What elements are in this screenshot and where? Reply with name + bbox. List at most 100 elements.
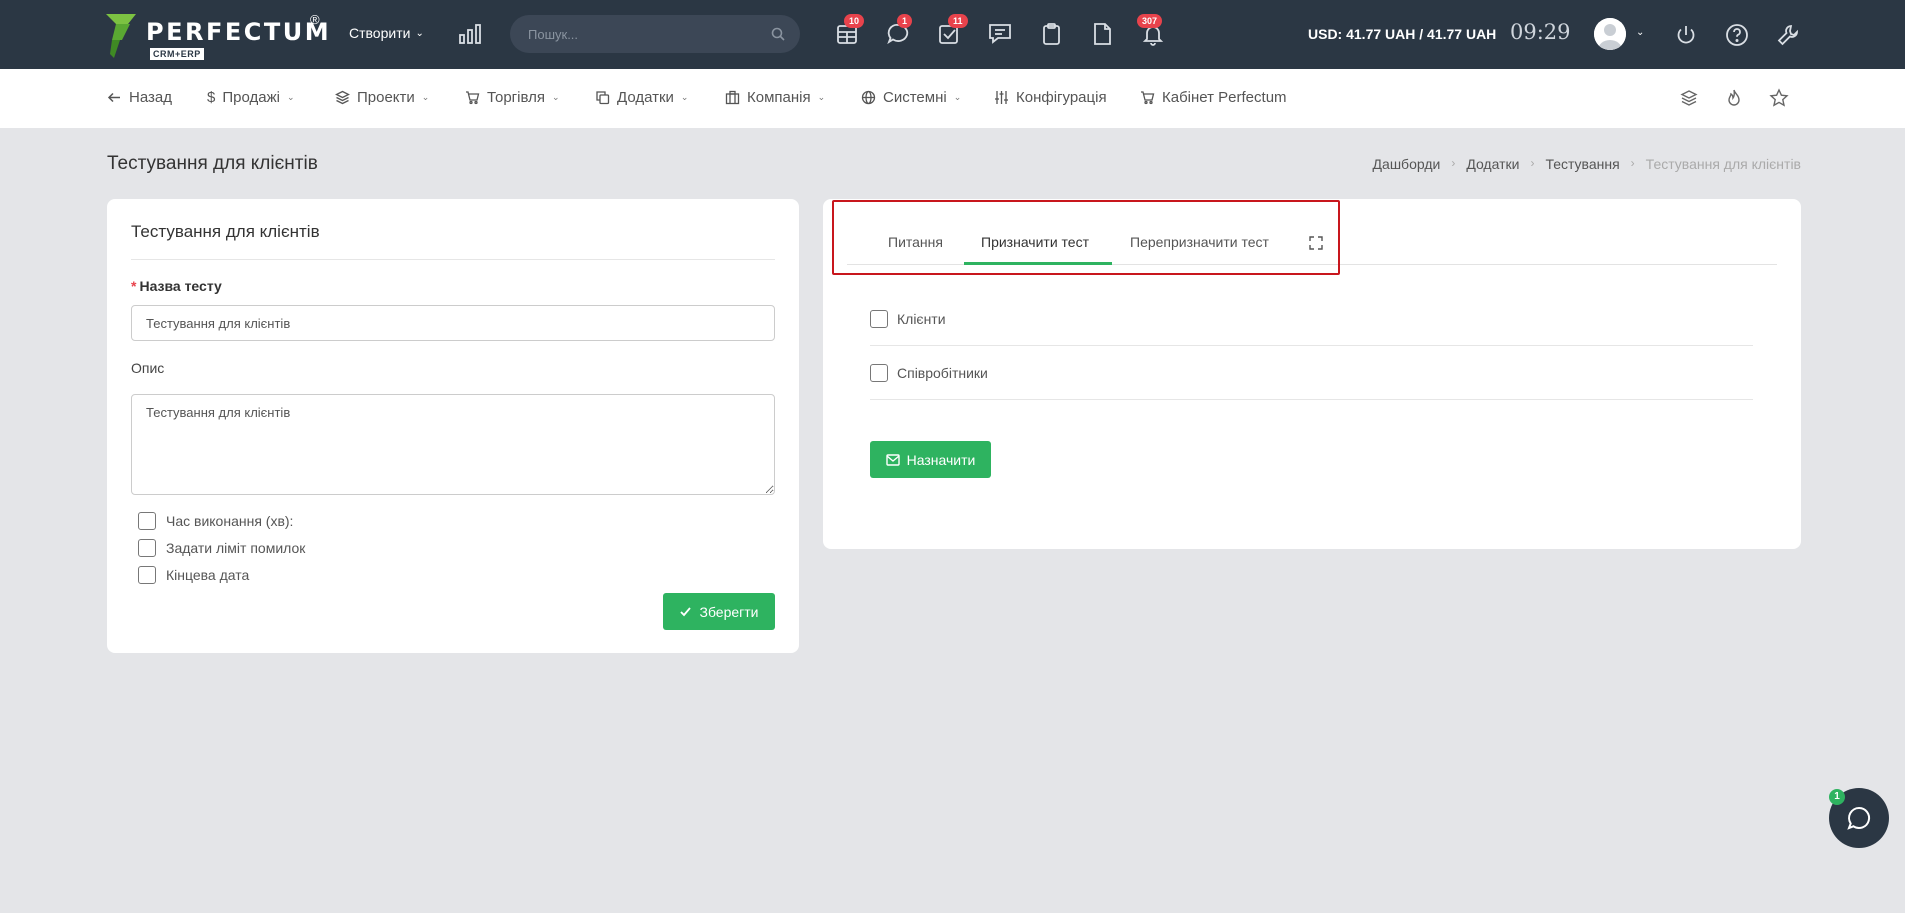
description-textarea[interactable]: Тестування для клієнтів [131,394,775,495]
user-icon [1594,18,1626,50]
nav-sales[interactable]: $ Продажі ⌄ [207,89,295,106]
create-menu-button[interactable]: Створити ⌄ [349,25,424,41]
building-icon [725,90,740,105]
star-icon[interactable] [1769,88,1789,108]
chevron-down-icon[interactable]: ⌄ [1636,27,1644,38]
search-input[interactable] [528,15,758,53]
page-title: Тестування для клієнтів [107,153,318,174]
logo-text: PERFECTUM [146,18,332,46]
sliders-icon [995,91,1008,104]
required-marker: * [131,278,137,294]
employees-label: Співробітники [897,364,988,381]
layers-icon[interactable] [1679,88,1699,108]
test-name-input[interactable] [131,305,775,341]
power-icon[interactable] [1674,23,1698,47]
clock: 09:29 [1510,20,1571,44]
breadcrumb-current: Тестування для клієнтів [1645,156,1801,172]
error-limit-label: Задати ліміт помилок [166,540,306,556]
end-date-option[interactable]: Кінцева дата [138,566,249,584]
nav-projects-label: Проекти [357,89,415,106]
nav-addons-label: Додатки [617,89,674,106]
notifications-button[interactable]: 307 [1137,14,1166,47]
nav-company[interactable]: Компанія ⌄ [725,89,825,106]
document-button[interactable] [1089,21,1115,47]
logo[interactable]: PERFECTUM ® CRM+ERP [106,12,329,60]
search-icon[interactable] [771,27,785,41]
tasks-board-button[interactable]: 10 [834,14,865,47]
layers-icon [335,90,350,105]
divider [131,259,775,260]
nav-trade[interactable]: Торгівля ⌄ [465,89,560,106]
nav-back[interactable]: Назад [107,89,172,106]
dollar-icon: $ [207,89,216,106]
logo-mark-icon [106,14,136,58]
nav-cabinet-label: Кабінет Perfectum [1162,89,1287,106]
clipboard-icon [1043,23,1060,45]
tabs-highlight-box [832,200,1340,275]
chat-badge: 1 [897,14,913,28]
chat-button[interactable]: 1 [885,14,913,47]
nav-bar: Назад $ Продажі ⌄ Проекти ⌄ Торгівля ⌄ Д… [0,69,1905,128]
create-menu-label: Створити [349,25,411,41]
cart-icon [466,91,480,105]
test-name-label: * Назва тесту [131,278,222,294]
breadcrumb: Дашборди › Додатки › Тестування › Тестув… [1373,156,1801,172]
wrench-icon[interactable] [1776,23,1800,47]
bar-chart-icon[interactable] [459,24,481,44]
fire-icon[interactable] [1724,88,1744,108]
nav-config-label: Конфігурація [1016,89,1107,106]
document-icon [1094,23,1111,45]
nav-back-label: Назад [129,89,172,106]
currency-rate: USD: 41.77 UAH / 41.77 UAH [1308,26,1497,42]
check-icon [680,607,692,617]
avatar[interactable] [1594,18,1626,50]
error-limit-checkbox[interactable] [138,539,156,557]
chevron-down-icon: ⌄ [415,27,424,39]
description-label: Опис [131,360,165,376]
end-date-checkbox[interactable] [138,566,156,584]
save-button-label: Зберегти [699,603,759,620]
tasks-badge: 10 [844,14,865,28]
arrow-left-icon [107,92,120,103]
save-button[interactable]: Зберегти [663,593,775,630]
help-icon[interactable] [1725,23,1749,47]
breadcrumb-item[interactable]: Додатки [1466,156,1519,172]
breadcrumb-item[interactable]: Дашборди [1373,156,1441,172]
nav-addons[interactable]: Додатки ⌄ [595,89,688,106]
employees-checkbox[interactable] [870,363,888,382]
nav-cabinet[interactable]: Кабінет Perfectum [1140,89,1287,106]
clients-checkbox[interactable] [870,309,888,328]
nav-system-label: Системні [883,89,947,106]
chat-widget-badge: 1 [1829,789,1845,805]
breadcrumb-item[interactable]: Тестування [1545,156,1619,172]
chevron-down-icon: ⌄ [817,92,826,102]
nav-system[interactable]: Системні ⌄ [861,89,961,106]
chevron-down-icon: ⌄ [551,92,560,102]
chevron-right-icon: › [1451,156,1456,170]
chat-bubble-icon [1847,806,1871,830]
shopping-cart-icon [1141,91,1155,105]
message-square-icon [989,24,1011,44]
form-title: Тестування для клієнтів [131,222,320,241]
nav-sales-label: Продажі [222,89,280,106]
assign-option-employees[interactable]: Співробітники [870,346,1753,400]
chevron-right-icon: › [1630,156,1635,170]
nav-projects[interactable]: Проекти ⌄ [335,89,429,106]
messages-button[interactable] [987,21,1013,47]
clipboard-button[interactable] [1038,21,1064,47]
logo-registered: ® [310,12,320,27]
nav-config[interactable]: Конфігурація [994,89,1107,106]
time-limit-option[interactable]: Час виконання (хв): [138,512,293,530]
time-limit-label: Час виконання (хв): [166,513,294,529]
assign-option-clients[interactable]: Клієнти [870,292,1753,346]
error-limit-option[interactable]: Задати ліміт помилок [138,539,305,557]
chevron-down-icon: ⌄ [421,92,430,102]
chevron-down-icon: ⌄ [286,92,295,102]
search-box [510,15,800,53]
time-limit-checkbox[interactable] [138,512,156,530]
assign-button-label: Назначити [906,451,976,468]
test-form-card: Тестування для клієнтів *Назва тесту Опи… [107,199,799,653]
assign-button[interactable]: Назначити [870,441,991,478]
test-name-label-text: Назва тесту [139,278,222,294]
checklist-button[interactable]: 11 [936,14,968,47]
